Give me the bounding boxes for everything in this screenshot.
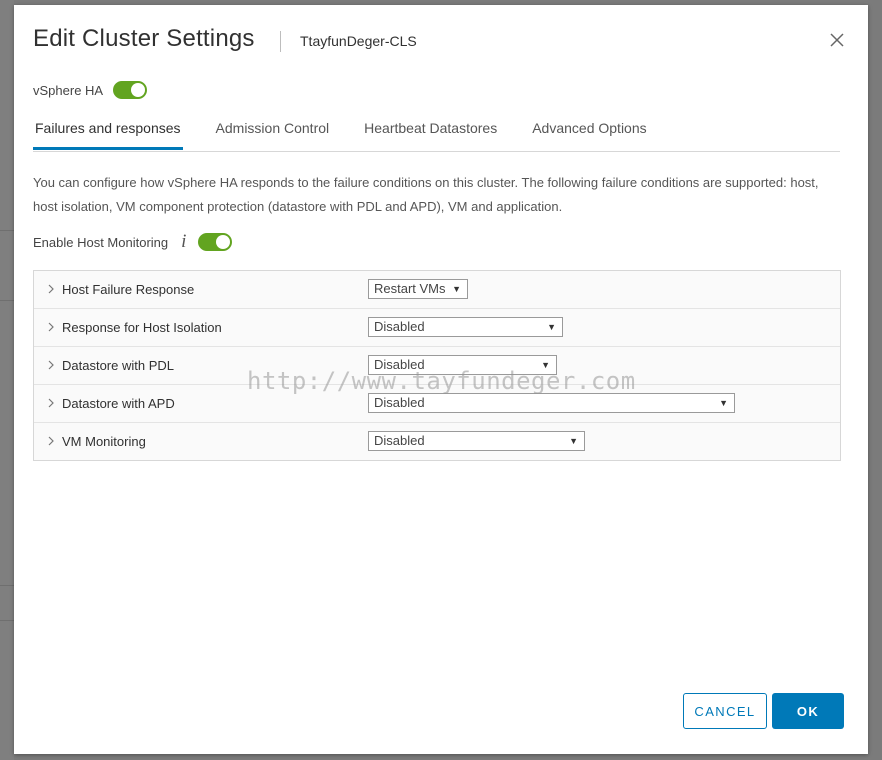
background-divider — [0, 585, 14, 586]
chevron-right-icon[interactable] — [46, 435, 56, 447]
setting-row-vm-monitoring[interactable]: VM Monitoring Disabled ▼ — [34, 423, 840, 460]
cluster-name: TtayfunDeger-CLS — [300, 33, 417, 49]
select-value: Disabled — [374, 319, 425, 334]
background-divider — [0, 300, 14, 301]
host-monitoring-toggle[interactable] — [198, 233, 233, 251]
setting-label: Response for Host Isolation — [62, 320, 222, 335]
setting-row-host-failure-response[interactable]: Host Failure Response Restart VMs ▼ — [34, 271, 840, 309]
toggle-knob — [216, 235, 231, 249]
dropdown-arrow-icon: ▼ — [452, 284, 461, 294]
vsphere-ha-toggle[interactable] — [113, 81, 148, 99]
ok-button[interactable]: OK — [772, 693, 844, 729]
setting-label: Datastore with PDL — [62, 358, 174, 373]
chevron-right-icon[interactable] — [46, 359, 56, 371]
select-value: Disabled — [374, 395, 425, 410]
host-monitoring-row: Enable Host Monitoring i — [33, 232, 233, 251]
vsphere-ha-row: vSphere HA — [33, 81, 148, 99]
watermark: http://www.tayfundeger.com — [247, 367, 636, 395]
dialog-title: Edit Cluster Settings — [33, 25, 255, 52]
info-icon[interactable]: i — [181, 232, 186, 251]
dropdown-arrow-icon: ▼ — [547, 322, 556, 332]
setting-row-host-isolation[interactable]: Response for Host Isolation Disabled ▼ — [34, 309, 840, 347]
cancel-button[interactable]: CANCEL — [683, 693, 767, 729]
edit-cluster-settings-dialog: Edit Cluster Settings TtayfunDeger-CLS v… — [14, 5, 868, 754]
tab-advanced-options[interactable]: Advanced Options — [530, 113, 648, 150]
tab-failures-and-responses[interactable]: Failures and responses — [33, 113, 183, 150]
dropdown-arrow-icon: ▼ — [719, 398, 728, 408]
datastore-apd-select[interactable]: Disabled ▼ — [368, 393, 735, 413]
host-failure-response-select[interactable]: Restart VMs ▼ — [368, 279, 468, 299]
background-divider — [0, 230, 14, 231]
title-divider — [280, 31, 281, 52]
description-text: You can configure how vSphere HA respond… — [33, 175, 819, 214]
settings-tabs: Failures and responses Admission Control… — [33, 113, 840, 152]
setting-label: VM Monitoring — [62, 434, 146, 449]
toggle-knob — [131, 83, 146, 97]
vsphere-ha-label: vSphere HA — [33, 82, 104, 98]
chevron-right-icon[interactable] — [46, 321, 56, 333]
host-monitoring-label: Enable Host Monitoring — [33, 234, 169, 250]
chevron-right-icon[interactable] — [46, 283, 56, 295]
host-isolation-select[interactable]: Disabled ▼ — [368, 317, 563, 337]
chevron-right-icon[interactable] — [46, 397, 56, 409]
tab-admission-control[interactable]: Admission Control — [214, 113, 332, 150]
select-value: Restart VMs — [374, 281, 446, 296]
setting-label: Datastore with APD — [62, 396, 175, 411]
failure-response-settings: Host Failure Response Restart VMs ▼ Resp… — [33, 270, 841, 461]
tab-heartbeat-datastores[interactable]: Heartbeat Datastores — [362, 113, 499, 150]
close-icon[interactable] — [828, 31, 846, 49]
background-divider — [0, 620, 14, 621]
vm-monitoring-select[interactable]: Disabled ▼ — [368, 431, 585, 451]
setting-label: Host Failure Response — [62, 282, 195, 297]
background-page — [0, 0, 14, 760]
dropdown-arrow-icon: ▼ — [569, 436, 578, 446]
select-value: Disabled — [374, 433, 425, 448]
